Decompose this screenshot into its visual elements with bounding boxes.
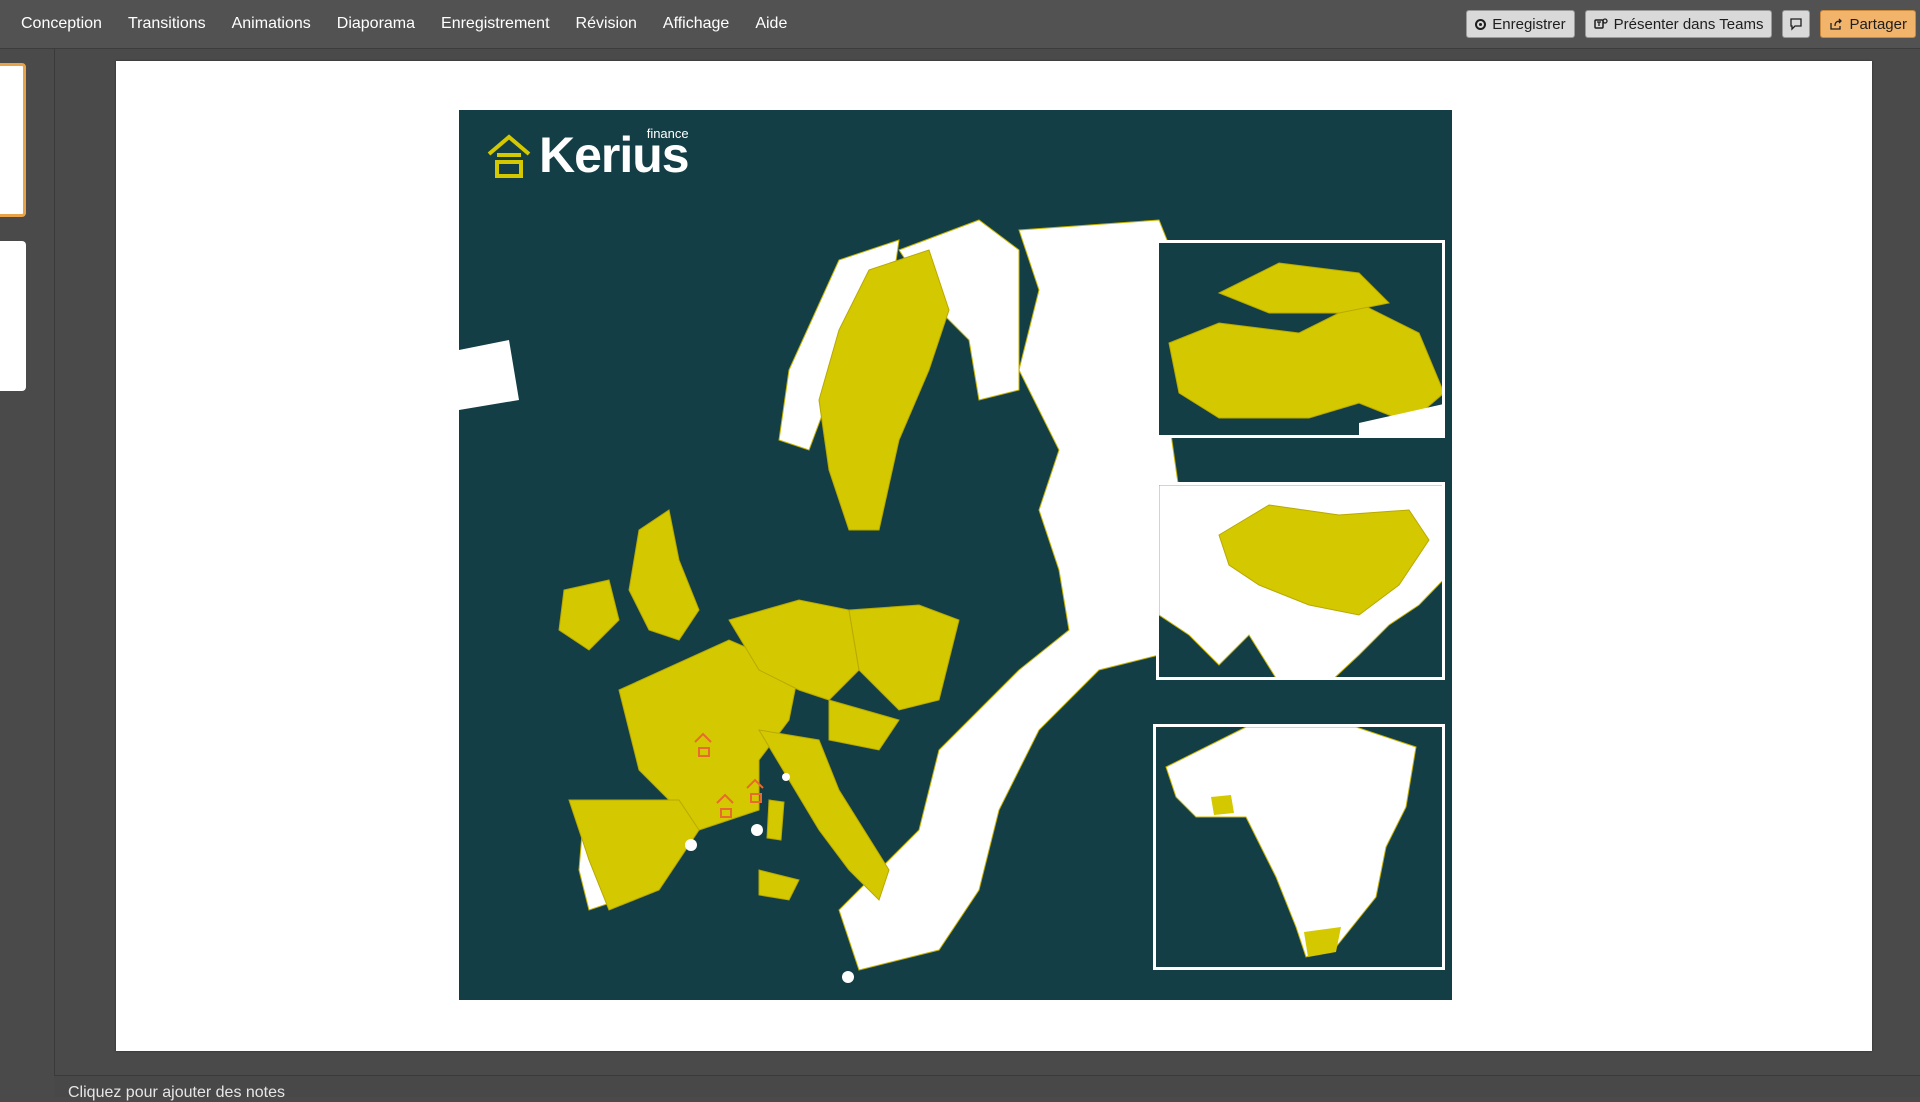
tab-transitions[interactable]: Transitions — [115, 0, 219, 48]
tab-aide[interactable]: Aide — [742, 0, 800, 48]
notes-placeholder[interactable]: Cliquez pour ajouter des notes — [68, 1084, 285, 1102]
inset-africa — [1153, 724, 1445, 970]
land-iceland — [459, 340, 519, 410]
ribbon-actions: Enregistrer Présenter dans Teams Partage… — [1466, 10, 1920, 38]
canada-map — [1168, 262, 1442, 435]
inset-north-america — [1156, 240, 1445, 438]
comments-button[interactable] — [1782, 10, 1811, 38]
record-label: Enregistrer — [1492, 15, 1566, 33]
presence-map-image[interactable]: Kerius finance — [459, 110, 1452, 1000]
teams-label: Présenter dans Teams — [1613, 15, 1764, 33]
notes-pane[interactable]: Cliquez pour ajouter des notes — [54, 1075, 1920, 1101]
tab-diaporama[interactable]: Diaporama — [324, 0, 428, 48]
tab-revision[interactable]: Révision — [563, 0, 650, 48]
comment-icon — [1790, 18, 1803, 31]
tab-enregistrement[interactable]: Enregistrement — [428, 0, 563, 48]
share-label: Partager — [1849, 15, 1907, 33]
share-icon — [1830, 18, 1843, 30]
tab-affichage[interactable]: Affichage — [650, 0, 742, 48]
ribbon-tabs: Conception Transitions Animations Diapor… — [0, 0, 800, 48]
ribbon-bar: Conception Transitions Animations Diapor… — [0, 0, 1920, 49]
tab-conception[interactable]: Conception — [8, 0, 115, 48]
slide-canvas[interactable]: Kerius finance — [116, 61, 1872, 1051]
slide-thumbnail-1[interactable] — [0, 63, 26, 217]
slide-thumbnail-2[interactable] — [0, 241, 26, 391]
africa-map — [1165, 727, 1417, 958]
inset-asia — [1156, 482, 1445, 680]
asia-map — [1159, 485, 1442, 677]
teams-icon — [1593, 18, 1608, 29]
tab-animations[interactable]: Animations — [219, 0, 324, 48]
share-button[interactable]: Partager — [1820, 10, 1916, 38]
highlighted-countries — [558, 249, 960, 911]
slide-thumbnail-pane — [0, 49, 55, 1096]
record-icon — [1475, 18, 1487, 30]
present-in-teams-button[interactable]: Présenter dans Teams — [1584, 10, 1773, 38]
record-button[interactable]: Enregistrer — [1466, 10, 1575, 38]
